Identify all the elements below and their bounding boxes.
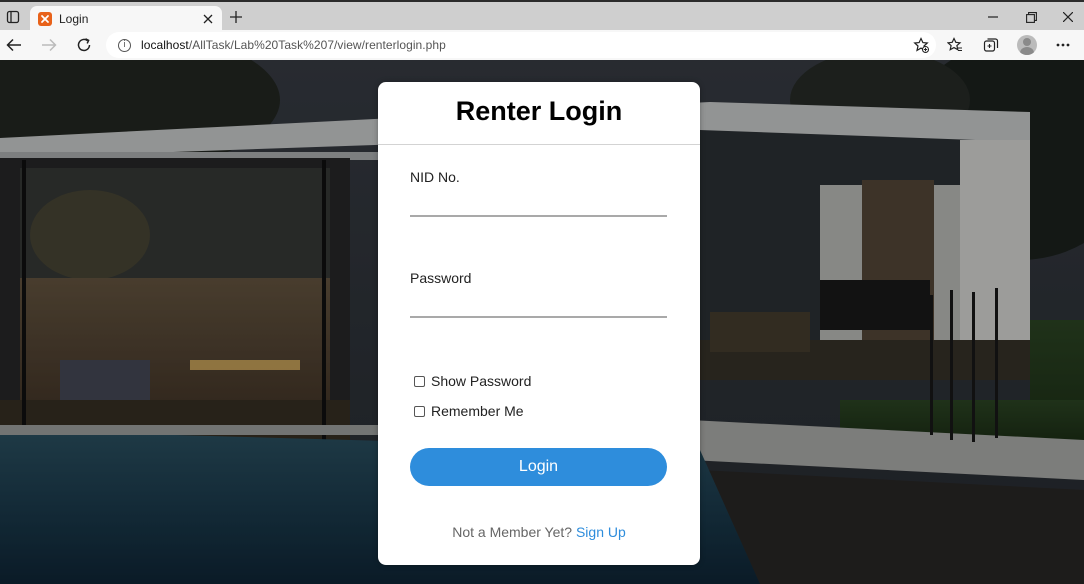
remember-me-row[interactable]: Remember Me bbox=[414, 403, 524, 419]
collections-icon[interactable] bbox=[979, 33, 1003, 57]
remember-me-checkbox[interactable] bbox=[414, 405, 425, 417]
favorites-icon[interactable] bbox=[943, 33, 967, 57]
url-text[interactable]: localhost/AllTask/Lab%20Task%207/view/re… bbox=[141, 38, 446, 52]
tab-title: Login bbox=[59, 12, 89, 26]
xampp-icon bbox=[38, 12, 52, 26]
url-path: /AllTask/Lab%20Task%207/view/renterlogin… bbox=[188, 38, 446, 52]
page-title: Renter Login bbox=[455, 96, 623, 126]
restore-icon[interactable] bbox=[1018, 5, 1044, 29]
browser-tab[interactable]: Login bbox=[30, 6, 222, 32]
signup-link[interactable]: Sign Up bbox=[576, 524, 626, 540]
login-card: Renter Login NID No. Password Show Passw… bbox=[378, 82, 700, 565]
show-password-label[interactable]: Show Password bbox=[431, 373, 531, 389]
password-input[interactable] bbox=[410, 294, 667, 318]
page-viewport: Renter Login NID No. Password Show Passw… bbox=[0, 60, 1084, 584]
avatar bbox=[1017, 35, 1037, 55]
login-button[interactable]: Login bbox=[410, 448, 667, 486]
close-icon[interactable] bbox=[1055, 5, 1081, 29]
password-label: Password bbox=[410, 270, 472, 286]
address-bar[interactable]: i localhost/AllTask/Lab%20Task%207/view/… bbox=[106, 32, 936, 58]
profile-icon[interactable] bbox=[1015, 33, 1039, 57]
browser-titlebar: Login bbox=[0, 0, 1084, 32]
forward-arrow-icon[interactable] bbox=[37, 33, 61, 57]
refresh-icon[interactable] bbox=[72, 33, 96, 57]
nid-input[interactable] bbox=[410, 193, 667, 217]
info-icon[interactable]: i bbox=[118, 38, 131, 52]
signup-prompt-text: Not a Member Yet? bbox=[452, 524, 573, 540]
nid-label: NID No. bbox=[410, 169, 460, 185]
tab-actions-icon[interactable] bbox=[0, 4, 26, 30]
signup-prompt: Not a Member Yet? Sign Up bbox=[378, 524, 700, 540]
minimize-icon[interactable] bbox=[980, 5, 1006, 29]
remember-me-label[interactable]: Remember Me bbox=[431, 403, 524, 419]
show-password-checkbox[interactable] bbox=[414, 375, 425, 387]
more-icon[interactable] bbox=[1051, 33, 1075, 57]
plus-icon[interactable] bbox=[226, 7, 246, 27]
browser-toolbar: i localhost/AllTask/Lab%20Task%207/view/… bbox=[0, 30, 1084, 60]
show-password-row[interactable]: Show Password bbox=[414, 373, 531, 389]
back-arrow-icon[interactable] bbox=[2, 33, 26, 57]
url-host: localhost bbox=[141, 38, 189, 52]
divider bbox=[378, 144, 700, 145]
close-icon[interactable] bbox=[200, 11, 216, 27]
add-favorite-icon[interactable] bbox=[912, 36, 930, 54]
